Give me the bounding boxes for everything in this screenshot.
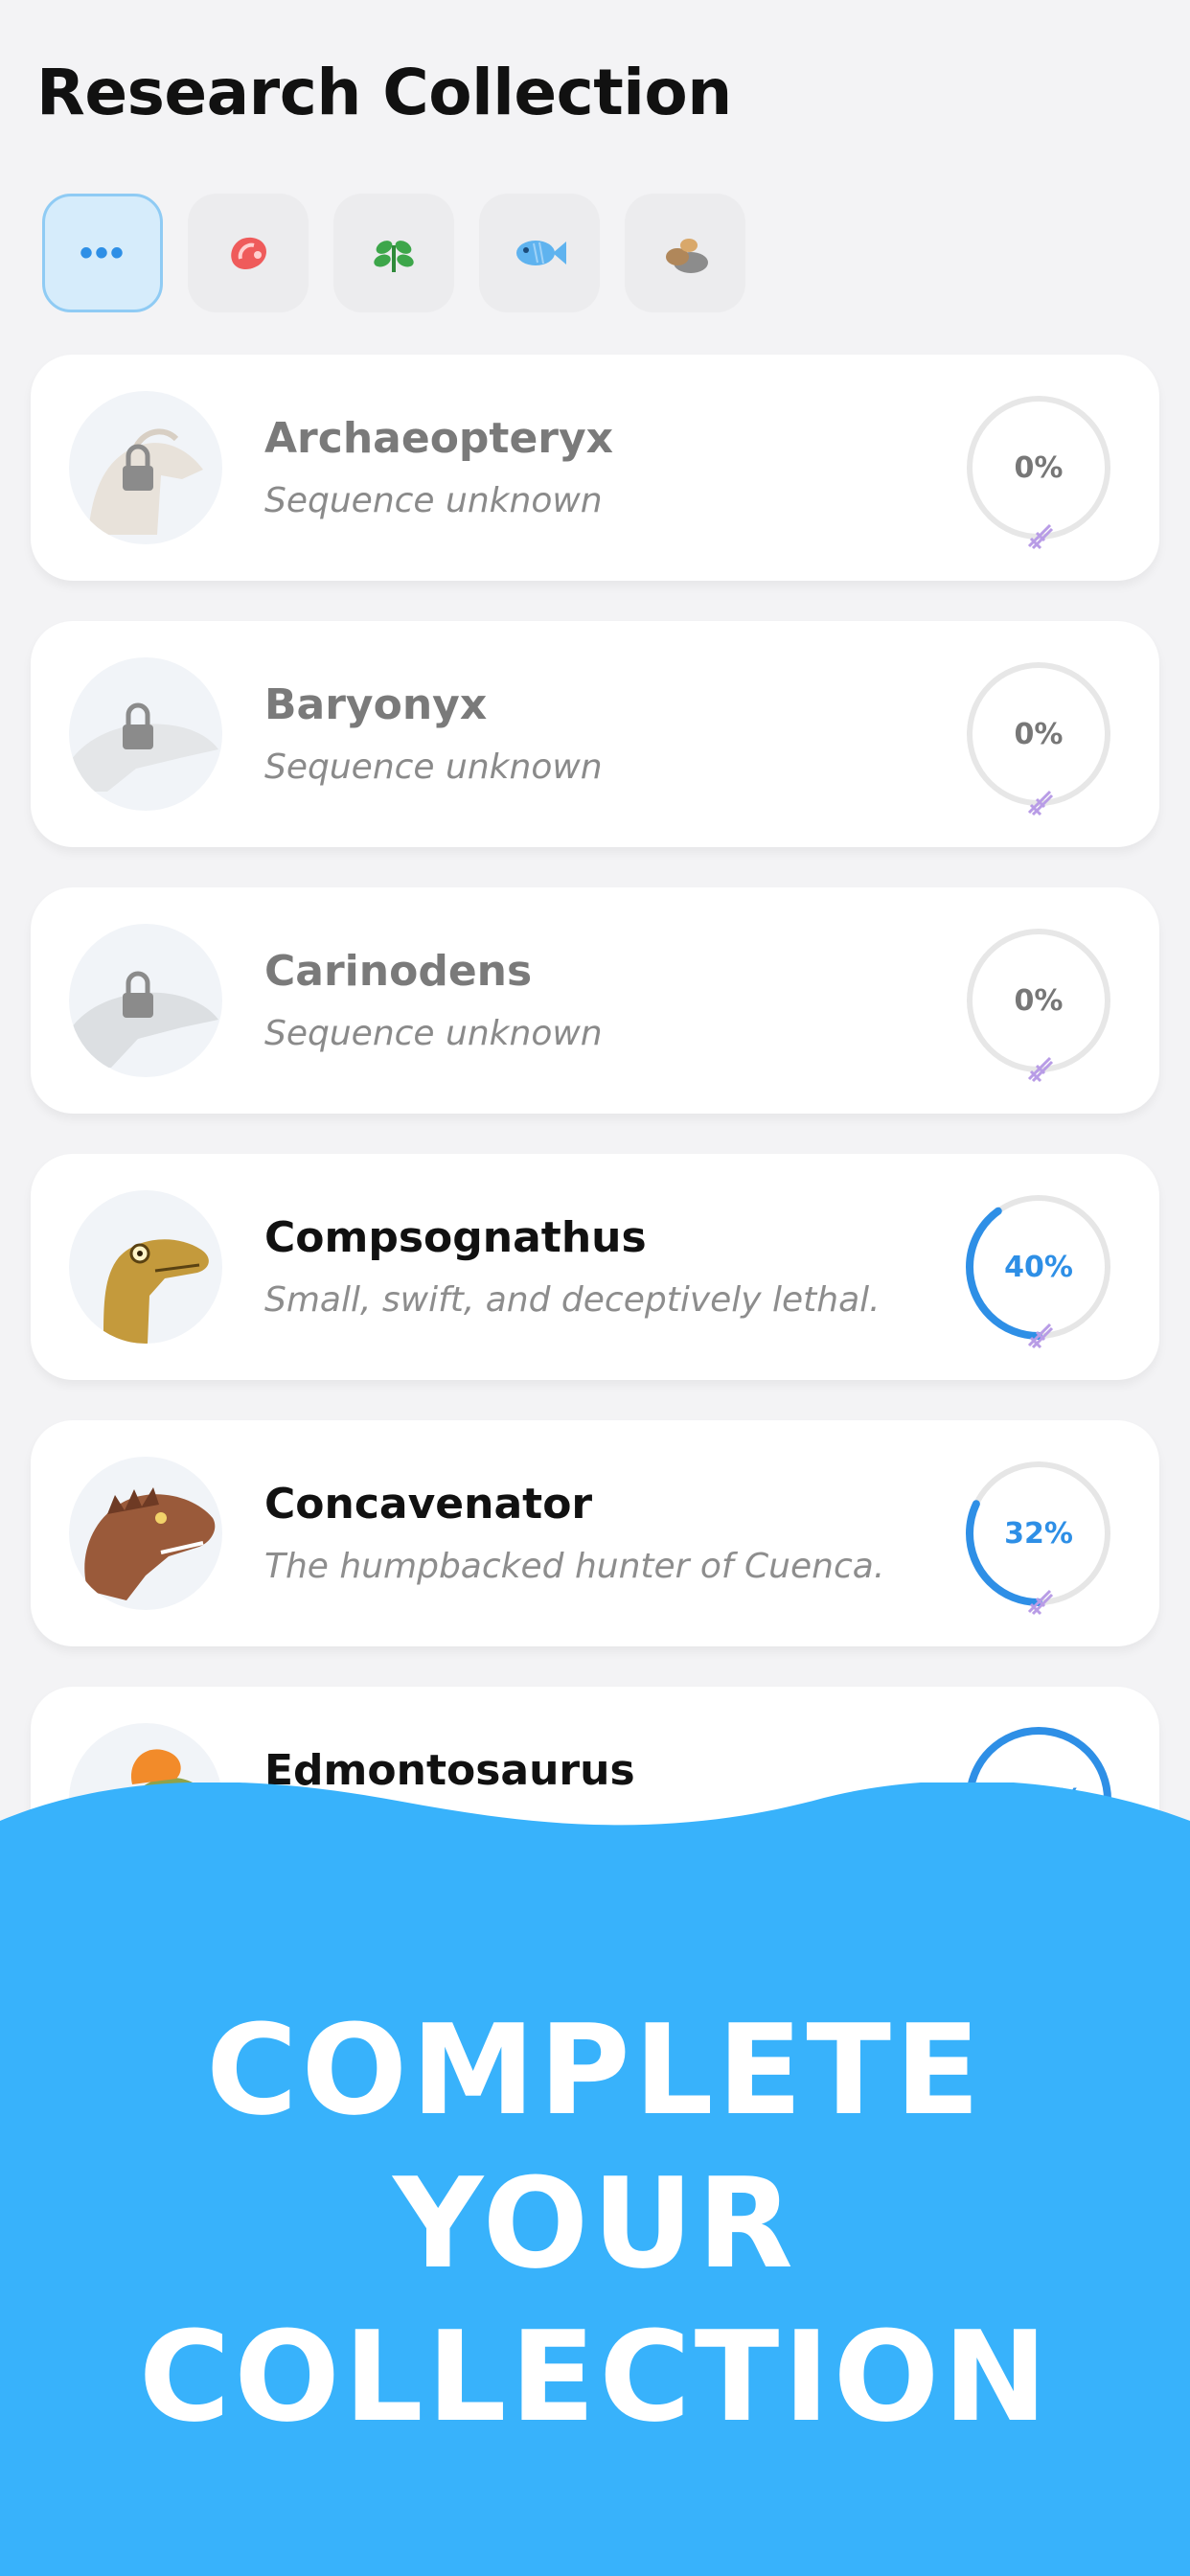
leaf-icon — [374, 241, 414, 272]
filter-all[interactable]: ••• — [42, 194, 163, 312]
collection-card[interactable]: Concavenator The humpbacked hunter of Cu… — [31, 1420, 1159, 1646]
progress-ring: 0% — [962, 924, 1115, 1083]
dna-icon — [1027, 1589, 1054, 1616]
dino-avatar-locked — [69, 924, 222, 1077]
dna-icon — [1027, 1056, 1054, 1083]
rocks-icon — [666, 239, 708, 273]
dino-avatar-compsognathus — [69, 1190, 222, 1344]
collection-card[interactable]: Carinodens Sequence unknown 0% — [31, 887, 1159, 1114]
promo-headline-line-2: COLLECTION — [138, 2304, 1052, 2450]
filter-omnivore[interactable] — [625, 194, 745, 312]
dino-description: The humpbacked hunter of Cuenca. — [264, 1547, 885, 1586]
collection-card[interactable]: Archaeopteryx Sequence unknown 0% — [31, 355, 1159, 581]
dna-icon — [1027, 523, 1054, 550]
dino-name: Compsognathus — [264, 1213, 647, 1262]
dino-avatar-concavenator — [69, 1457, 222, 1610]
progress-ring: 0% — [962, 391, 1115, 550]
dino-description: Sequence unknown — [264, 481, 603, 520]
dna-icon — [1027, 1322, 1054, 1349]
dino-name: Concavenator — [264, 1480, 593, 1529]
progress-ring: 0% — [962, 657, 1115, 816]
progress-ring: 32% — [962, 1457, 1115, 1616]
collection-card[interactable]: Compsognathus Small, swift, and deceptiv… — [31, 1154, 1159, 1380]
dino-description: Sequence unknown — [264, 1014, 603, 1053]
promo-headline: COMPLETE YOUR COLLECTION — [0, 1993, 1190, 2453]
filter-carnivore[interactable] — [188, 194, 309, 312]
promo-banner: COMPLETE YOUR COLLECTION — [0, 1782, 1190, 2576]
filter-piscivore[interactable] — [479, 194, 600, 312]
collection-card[interactable]: Baryonyx Sequence unknown 0% — [31, 621, 1159, 847]
filter-bar: ••• — [42, 194, 745, 312]
research-collection-screen: Research Collection ••• Archaeopteryx Se… — [0, 0, 1190, 2576]
page-title: Research Collection — [36, 56, 732, 129]
dino-avatar-locked — [69, 657, 222, 811]
fish-icon — [516, 241, 566, 265]
dino-avatar-locked — [69, 391, 222, 544]
dino-description: Small, swift, and deceptively lethal. — [264, 1280, 881, 1320]
dino-name: Archaeopteryx — [264, 414, 614, 463]
progress-ring: 40% — [962, 1190, 1115, 1349]
dna-icon — [1027, 790, 1054, 816]
promo-headline-line-1: COMPLETE YOUR — [206, 1997, 984, 2296]
more-dots-icon: ••• — [79, 232, 126, 274]
dino-description: Sequence unknown — [264, 748, 603, 787]
filter-herbivore[interactable] — [333, 194, 454, 312]
dino-name: Carinodens — [264, 947, 533, 996]
meat-icon — [231, 237, 266, 269]
dino-name: Baryonyx — [264, 680, 488, 729]
